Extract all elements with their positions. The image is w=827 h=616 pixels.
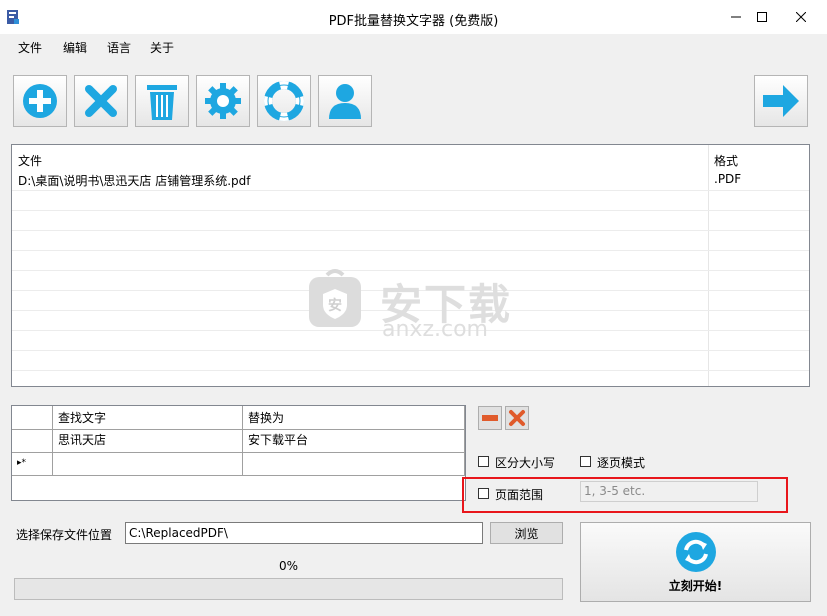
- watermark-sub: anxz.com: [382, 317, 488, 342]
- save-path-input[interactable]: C:\ReplacedPDF\: [125, 522, 483, 544]
- column-header-replace[interactable]: 替换为: [243, 406, 465, 430]
- empty-row: [12, 370, 809, 386]
- file-path: D:\桌面\说明书\思迅天店 店铺管理系统.pdf: [18, 174, 251, 188]
- maximize-button[interactable]: [751, 6, 773, 28]
- user-icon: [329, 84, 361, 119]
- empty-row: [12, 230, 809, 251]
- clear-list-button[interactable]: [135, 75, 189, 127]
- table-row[interactable]: D:\桌面\说明书\思迅天店 店铺管理系统.pdf .PDF: [12, 170, 809, 191]
- new-row-marker[interactable]: ▸*: [12, 453, 53, 476]
- page-range-input[interactable]: 1, 3-5 etc.: [580, 481, 758, 502]
- add-file-button[interactable]: [13, 75, 67, 127]
- replace-text-cell[interactable]: 安下载平台: [243, 430, 465, 453]
- svg-text:安: 安: [328, 297, 342, 314]
- empty-row: [12, 250, 809, 271]
- minimize-icon: [731, 16, 741, 18]
- file-format: .PDF: [714, 172, 742, 186]
- save-location-label: 选择保存文件位置: [16, 528, 113, 542]
- empty-row: [12, 350, 809, 371]
- next-button[interactable]: [754, 75, 808, 127]
- new-find-cell[interactable]: [53, 453, 243, 476]
- progress-bar: [14, 578, 563, 600]
- column-header-find[interactable]: 查找文字: [53, 406, 243, 430]
- start-button[interactable]: 立刻开始!: [580, 522, 811, 602]
- empty-row: [12, 210, 809, 231]
- remove-icon: [85, 85, 117, 117]
- settings-button[interactable]: [196, 75, 250, 127]
- window-title: PDF批量替换文字器 (免费版): [328, 14, 499, 29]
- row-header[interactable]: [12, 430, 53, 453]
- close-icon: [796, 12, 806, 22]
- menu-language[interactable]: 语言: [107, 39, 131, 56]
- help-lifebuoy-icon: [264, 81, 304, 121]
- maximize-icon: [757, 12, 767, 22]
- user-button[interactable]: [318, 75, 372, 127]
- watermark-logo: 安: [305, 267, 365, 332]
- settings-icon: [205, 83, 241, 119]
- close-button[interactable]: [790, 6, 812, 28]
- remove-row-button[interactable]: [478, 406, 502, 430]
- empty-row: [12, 190, 809, 211]
- page-mode-label: 逐页模式: [597, 456, 646, 470]
- case-sensitive-checkbox[interactable]: [478, 456, 489, 467]
- page-mode-checkbox[interactable]: [580, 456, 591, 467]
- refresh-icon: [676, 532, 716, 572]
- start-label: 立刻开始!: [668, 579, 723, 593]
- file-list[interactable]: 文件 格式 D:\桌面\说明书\思迅天店 店铺管理系统.pdf .PDF 安 安…: [11, 144, 810, 387]
- minimize-button[interactable]: [725, 6, 747, 28]
- help-button[interactable]: [257, 75, 311, 127]
- column-header-file[interactable]: 文件: [18, 152, 42, 169]
- menu-about[interactable]: 关于: [150, 39, 174, 56]
- replace-table[interactable]: 查找文字 替换为 思讯天店 安下载平台 ▸*: [11, 405, 466, 501]
- browse-button[interactable]: 浏览: [490, 522, 563, 544]
- page-range-checkbox[interactable]: [478, 488, 489, 499]
- add-icon: [23, 84, 57, 118]
- minus-icon: [482, 415, 498, 421]
- page-range-label: 页面范围: [495, 488, 544, 502]
- column-header-format[interactable]: 格式: [714, 152, 738, 169]
- progress-text: 0%: [278, 559, 299, 573]
- find-text-cell[interactable]: 思讯天店: [53, 430, 243, 453]
- delete-x-icon: [509, 410, 525, 426]
- case-sensitive-label: 区分大小写: [495, 456, 556, 470]
- new-replace-cell[interactable]: [243, 453, 465, 476]
- clear-rows-button[interactable]: [505, 406, 529, 430]
- remove-file-button[interactable]: [74, 75, 128, 127]
- row-header-corner: [12, 406, 53, 430]
- menu-file[interactable]: 文件: [18, 39, 42, 56]
- trash-icon: [147, 85, 177, 120]
- next-arrow-icon: [763, 85, 799, 117]
- menu-edit[interactable]: 编辑: [63, 39, 87, 56]
